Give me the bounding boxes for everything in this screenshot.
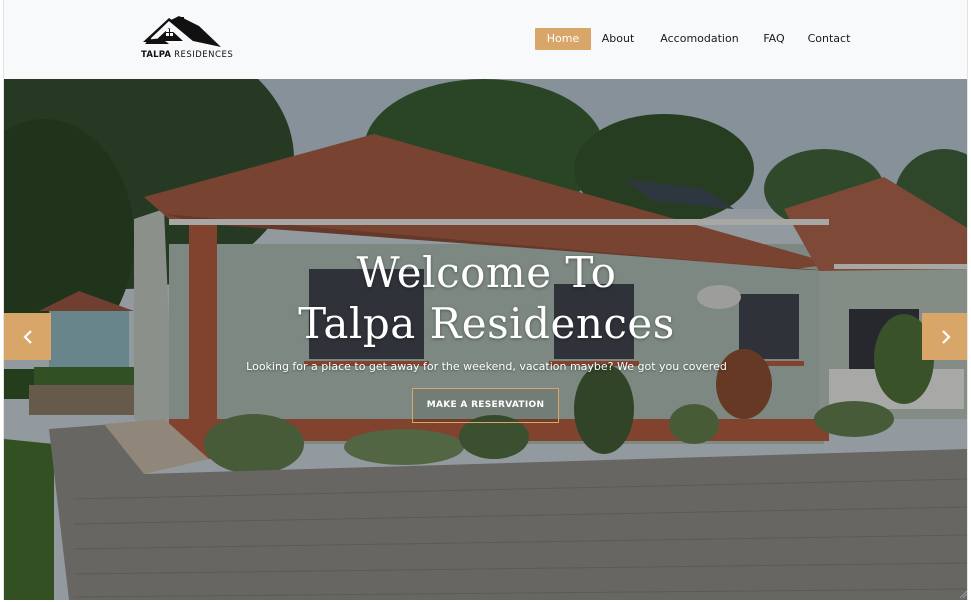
slider-prev-button[interactable] xyxy=(4,313,51,360)
make-reservation-button[interactable]: MAKE A RESERVATION xyxy=(412,388,559,423)
nav-accomodation[interactable]: Accomodation xyxy=(652,28,747,50)
house-logo-icon xyxy=(143,16,221,47)
logo-name-light: RESIDENCES xyxy=(174,50,234,60)
nav-about[interactable]: About xyxy=(596,28,640,50)
logo-wordmark: TALPA RESIDENCES xyxy=(141,50,233,60)
chevron-right-icon xyxy=(941,329,951,344)
chevron-left-icon xyxy=(22,329,32,344)
nav-home[interactable]: Home xyxy=(535,28,591,50)
nav-contact[interactable]: Contact xyxy=(797,28,861,50)
hero-subtitle: Looking for a place to get away for the … xyxy=(246,360,727,373)
hero-title-line1: Welcome To xyxy=(356,248,617,297)
site-logo[interactable]: TALPA RESIDENCES xyxy=(141,14,233,62)
slider-next-button[interactable] xyxy=(922,313,967,360)
logo-name-bold: TALPA xyxy=(141,50,172,60)
hero-title-line2: Talpa Residences xyxy=(298,299,675,348)
browser-viewport: TALPA RESIDENCES Home About Accomodation… xyxy=(3,0,968,600)
site-header: TALPA RESIDENCES Home About Accomodation… xyxy=(4,0,967,79)
hero-slider: Welcome To Talpa Residences Looking for … xyxy=(4,79,968,600)
nav-faq[interactable]: FAQ xyxy=(754,28,794,50)
resize-grip-icon[interactable] xyxy=(958,589,968,599)
